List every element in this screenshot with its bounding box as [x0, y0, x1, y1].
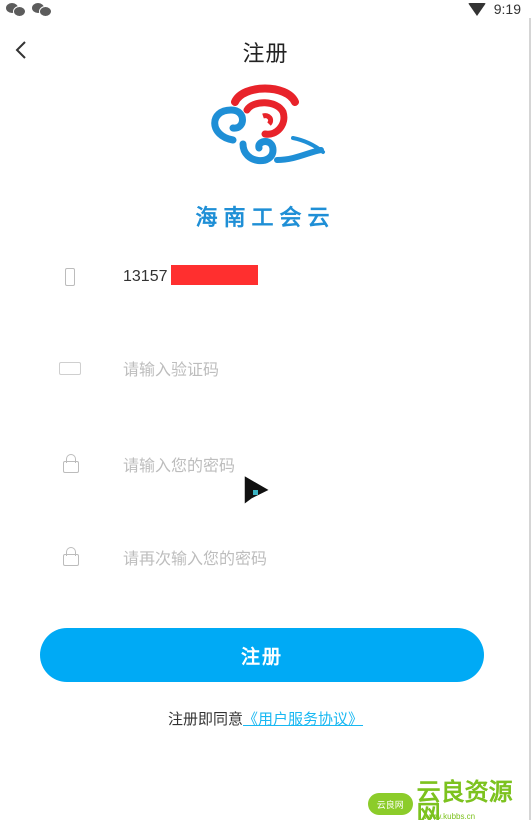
wechat-icon	[32, 2, 52, 17]
watermark-url: www.kubbs.cn	[424, 812, 476, 820]
app-logo	[211, 84, 325, 165]
wifi-icon	[467, 2, 486, 16]
phone-field[interactable]: 13157	[55, 257, 485, 297]
clock: 9:19	[493, 1, 521, 17]
verification-code-input[interactable]: 请输入验证码	[123, 356, 219, 380]
page-title: 注册	[242, 41, 289, 66]
status-bar: 9:19	[0, 0, 531, 18]
lock-icon	[55, 545, 85, 569]
lock-icon	[55, 452, 85, 476]
watermark-badge: 云良网	[368, 793, 413, 815]
phone-icon	[55, 265, 85, 289]
agreement-text: 注册即同意《用户服务协议》	[0, 708, 531, 729]
confirm-password-input[interactable]: 请再次输入您的密码	[123, 545, 267, 569]
redaction-bar	[171, 265, 258, 285]
agreement-prefix: 注册即同意	[167, 711, 243, 728]
pointer-cursor-icon	[243, 473, 272, 507]
confirm-password-field[interactable]: 请再次输入您的密码	[55, 537, 485, 577]
password-input[interactable]: 请输入您的密码	[123, 452, 235, 476]
verification-code-field[interactable]: 请输入验证码	[55, 348, 485, 388]
user-agreement-link[interactable]: 《用户服务协议》	[243, 711, 363, 728]
brand-name: 海南工会云	[195, 205, 336, 231]
phone-input[interactable]: 13157	[123, 268, 168, 286]
notification-icons	[6, 2, 52, 17]
message-icon	[55, 356, 85, 380]
system-status: 9:19	[467, 1, 521, 17]
header: 注册	[0, 26, 531, 74]
register-button[interactable]: 注册	[40, 628, 484, 682]
wechat-icon	[6, 2, 26, 17]
